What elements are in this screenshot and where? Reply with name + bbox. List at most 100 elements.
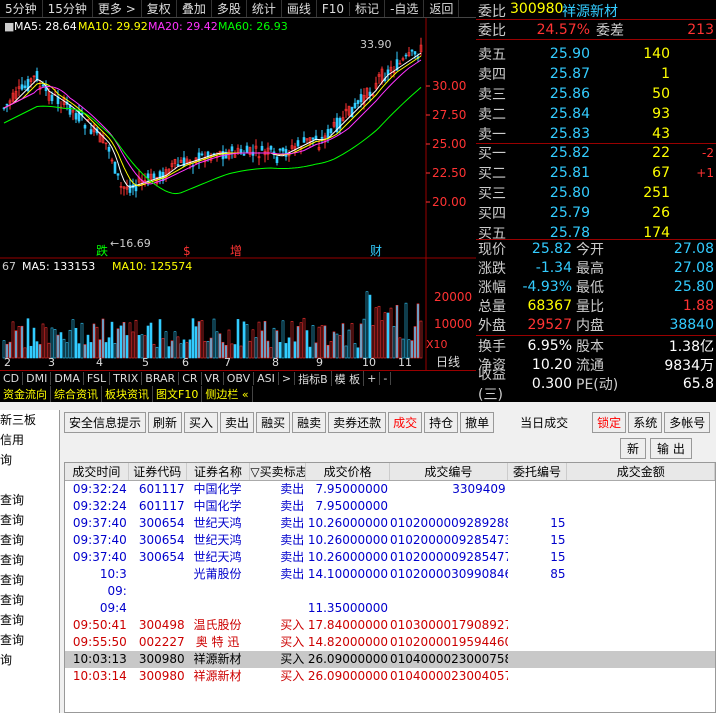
event-marker-0[interactable]: 跌 bbox=[96, 243, 108, 258]
deal-grid: 成交时间 证券代码 证券名称 ▽买卖标志 成交价格 成交编号 委托编号 成交金额 09:32:2… bbox=[64, 462, 716, 713]
stat-row: 总量 68367 量比 1.88 bbox=[476, 296, 716, 315]
ask-row[interactable]: 卖二 25.84 93 bbox=[476, 104, 716, 124]
ask-row[interactable]: 卖一 25.83 43 bbox=[476, 124, 716, 144]
output-button[interactable]: 输 出 bbox=[650, 438, 692, 459]
period-tab[interactable]: 日线 bbox=[436, 355, 460, 369]
indicator-tab[interactable]: ASI bbox=[254, 372, 279, 385]
grid-header-cell[interactable]: ▽买卖标志 bbox=[250, 463, 307, 480]
bid-row[interactable]: 买四 25.79 26 bbox=[476, 203, 716, 223]
left-nav-item[interactable]: 查询 bbox=[0, 530, 59, 550]
right-button[interactable]: 锁定 bbox=[592, 411, 627, 433]
ask-row[interactable]: 卖三 25.86 50 bbox=[476, 84, 716, 104]
info-tab[interactable]: 图文F10 bbox=[153, 386, 203, 402]
left-nav-item[interactable] bbox=[0, 470, 59, 490]
toolbar-item-9[interactable]: 标记 bbox=[350, 0, 386, 17]
toolbar-item-8[interactable]: F10 bbox=[317, 1, 351, 16]
grid-header-cell[interactable]: 成交时间 bbox=[65, 463, 129, 480]
table-row[interactable]: 09:37:40 300654 世纪天鸿 卖出 10.26000000 010200000… bbox=[65, 549, 715, 566]
trade-button[interactable]: 安全信息提示 bbox=[64, 411, 147, 433]
left-nav-item[interactable]: 查询 bbox=[0, 590, 59, 610]
right-button[interactable]: 多帐号 bbox=[664, 411, 711, 433]
grid-header-cell[interactable]: 证券名称 bbox=[187, 463, 251, 480]
toolbar-item-2[interactable]: 更多 > bbox=[93, 0, 142, 17]
grid-header-cell[interactable]: 成交金额 bbox=[567, 463, 715, 480]
event-marker-1[interactable]: $ bbox=[183, 244, 191, 258]
indicator-tab[interactable]: 模 板 bbox=[332, 370, 365, 387]
table-row[interactable]: 10:3 光莆股份 卖出 14.10000000 0102000030990846 85 bbox=[65, 566, 715, 583]
table-row[interactable]: 09:50:41 300498 温氏股份 买入 17.84000000 010300001… bbox=[65, 617, 715, 634]
toolbar-item-11[interactable]: 返回 bbox=[424, 0, 460, 17]
indicator-tab[interactable]: BRAR bbox=[142, 372, 180, 385]
grid-header-cell[interactable]: 证券代码 bbox=[129, 463, 187, 480]
output-button[interactable]: 新 bbox=[620, 438, 647, 459]
left-nav-item[interactable]: 询 bbox=[0, 650, 59, 670]
right-button[interactable]: 系统 bbox=[628, 411, 663, 433]
trade-button[interactable]: 持仓 bbox=[424, 411, 459, 433]
trade-button[interactable]: 买入 bbox=[184, 411, 219, 433]
bid-price: 25.81 bbox=[549, 165, 590, 181]
indicator-tab[interactable]: FSL bbox=[84, 372, 111, 385]
left-nav-item[interactable]: 查询 bbox=[0, 510, 59, 530]
table-row[interactable]: 10:03:13 300980 祥源新材 买入 26.09000000 010400002… bbox=[65, 651, 715, 668]
table-row[interactable]: 09:32:24 601117 中国化学 卖出 7.95000000 3309409 bbox=[65, 481, 715, 498]
trade-button[interactable]: 撤单 bbox=[460, 411, 495, 433]
toolbar-item-6[interactable]: 统计 bbox=[247, 0, 282, 17]
trade-button[interactable]: 成交 bbox=[388, 411, 423, 433]
indicator-tab[interactable]: - bbox=[380, 372, 392, 385]
toolbar-item-3[interactable]: 复权 bbox=[142, 0, 177, 17]
indicator-tab[interactable]: > bbox=[279, 372, 296, 385]
indicator-tab[interactable]: 指标B bbox=[295, 370, 332, 387]
indicator-tab[interactable]: CD bbox=[0, 372, 24, 385]
table-row[interactable]: 10:03:14 300980 祥源新材 买入 26.09000000 010400002… bbox=[65, 668, 715, 685]
bid-row[interactable]: 买一 25.82 22 -2 bbox=[476, 143, 716, 163]
info-tab[interactable]: 综合资讯 bbox=[51, 386, 102, 402]
left-nav-item[interactable]: 查询 bbox=[0, 630, 59, 650]
indicator-tab[interactable]: CR bbox=[179, 372, 202, 385]
bid-row[interactable]: 买二 25.81 67 +1 bbox=[476, 163, 716, 183]
trade-button[interactable]: 融买 bbox=[256, 411, 291, 433]
table-cell bbox=[567, 532, 715, 549]
table-row[interactable]: 09:32:24 601117 中国化学 卖出 7.95000000 bbox=[65, 498, 715, 515]
trade-button[interactable]: 融卖 bbox=[292, 411, 327, 433]
table-row[interactable]: 09:55:50 002227 奥 特 迅 买入 14.82000000 01020000… bbox=[65, 634, 715, 651]
toolbar-item-5[interactable]: 多股 bbox=[212, 0, 247, 17]
left-nav-item[interactable]: 查询 bbox=[0, 610, 59, 630]
bid-row[interactable]: 买三 25.80 251 bbox=[476, 183, 716, 203]
left-nav-item[interactable]: 询 bbox=[0, 450, 59, 470]
trade-button[interactable]: 刷新 bbox=[148, 411, 183, 433]
grid-header-cell[interactable]: 成交价格 bbox=[306, 463, 390, 480]
info-tab[interactable]: 资金流向 bbox=[0, 386, 51, 402]
indicator-tab[interactable]: OBV bbox=[224, 372, 255, 385]
table-row[interactable]: 09: bbox=[65, 583, 715, 600]
indicator-tab[interactable]: VR bbox=[202, 372, 224, 385]
event-marker-2[interactable]: 增 bbox=[230, 244, 242, 258]
toolbar-item-10[interactable]: -自选 bbox=[385, 0, 425, 17]
left-nav-item[interactable]: 查询 bbox=[0, 550, 59, 570]
left-nav-item[interactable]: 新三板 bbox=[0, 410, 59, 430]
indicator-tab[interactable]: DMA bbox=[51, 372, 84, 385]
toolbar-item-1[interactable]: 15分钟 bbox=[43, 0, 93, 17]
left-nav-item[interactable]: 信用 bbox=[0, 430, 59, 450]
kline-chart[interactable]: ■ MA5: 28.64 MA10: 29.92 MA20: 29.42 MA60: 2… bbox=[0, 18, 476, 370]
bid-change: +1 bbox=[696, 166, 714, 180]
left-nav-item[interactable]: 查询 bbox=[0, 570, 59, 590]
indicator-tab[interactable]: DMI bbox=[23, 372, 52, 385]
grid-header-cell[interactable]: 成交编号 bbox=[390, 463, 508, 480]
table-row[interactable]: 09:37:40 300654 世纪天鸿 卖出 10.26000000 010200000… bbox=[65, 532, 715, 549]
left-nav-item[interactable]: 查询 bbox=[0, 490, 59, 510]
event-marker-3[interactable]: 财 bbox=[370, 244, 382, 258]
grid-header-cell[interactable]: 委托编号 bbox=[508, 463, 568, 480]
indicator-tab[interactable]: + bbox=[364, 372, 381, 385]
toolbar-item-0[interactable]: 5分钟 bbox=[0, 0, 43, 17]
table-row[interactable]: 09:4 11.35000000 bbox=[65, 600, 715, 617]
indicator-tab[interactable]: TRIX bbox=[110, 372, 143, 385]
trade-button[interactable]: 卖出 bbox=[220, 411, 255, 433]
info-tab[interactable]: 侧边栏 « bbox=[202, 386, 253, 402]
info-tab[interactable]: 板块资讯 bbox=[102, 386, 153, 402]
ask-row[interactable]: 卖五 25.90 140 bbox=[476, 44, 716, 64]
toolbar-item-7[interactable]: 画线 bbox=[282, 0, 317, 17]
ask-row[interactable]: 卖四 25.87 1 bbox=[476, 64, 716, 84]
trade-button[interactable]: 卖券还款 bbox=[328, 411, 387, 433]
table-row[interactable]: 09:37:40 300654 世纪天鸿 卖出 10.26000000 010200000… bbox=[65, 515, 715, 532]
toolbar-item-4[interactable]: 叠加 bbox=[177, 0, 212, 17]
